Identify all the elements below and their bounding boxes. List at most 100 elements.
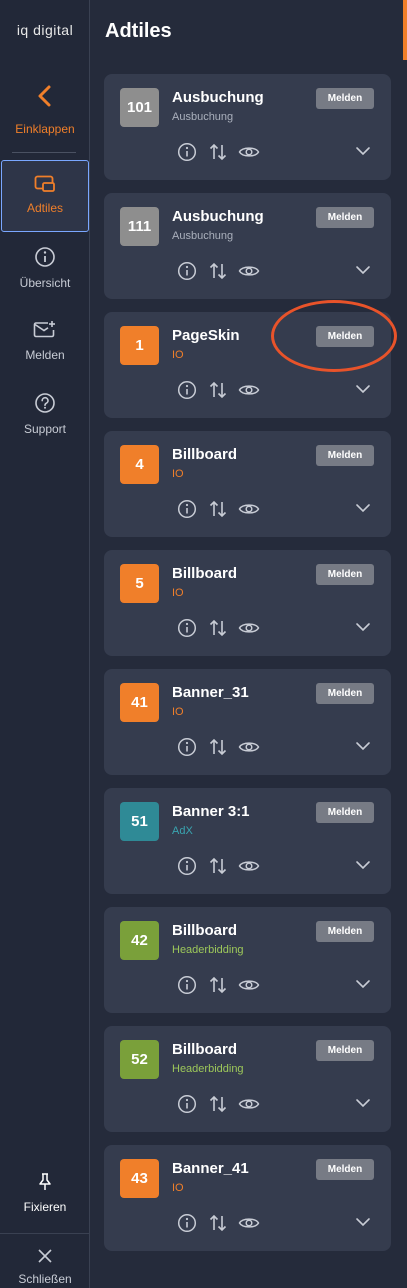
info-button[interactable] [176,141,198,163]
sort-button[interactable] [207,736,229,758]
adtile-card[interactable]: 41 Banner_31 IO Melden [104,669,391,775]
info-button[interactable] [176,974,198,996]
sort-button[interactable] [207,974,229,996]
close-button[interactable]: Schließen [0,1248,90,1286]
report-button[interactable]: Melden [316,564,374,585]
sidebar-item-adtiles[interactable]: Adtiles [1,160,89,232]
report-button[interactable]: Melden [316,207,374,228]
info-button[interactable] [176,1093,198,1115]
adtile-actions [176,141,260,163]
adtile-card[interactable]: 101 Ausbuchung Ausbuchung Melden [104,74,391,180]
report-button[interactable]: Melden [316,88,374,109]
eye-icon [238,623,260,633]
info-button[interactable] [176,260,198,282]
preview-button[interactable] [238,617,260,639]
sort-button[interactable] [207,141,229,163]
sidebar-divider [12,152,76,153]
swap-vertical-icon [209,500,227,518]
pin-button[interactable]: Fixieren [0,1172,90,1214]
expand-button[interactable] [355,1096,371,1114]
sort-button[interactable] [207,617,229,639]
adtile-card[interactable]: 111 Ausbuchung Ausbuchung Melden [104,193,391,299]
preview-button[interactable] [238,1212,260,1234]
adtile-type: Headerbidding [172,1063,244,1075]
adtile-card[interactable]: 42 Billboard Headerbidding Melden [104,907,391,1013]
expand-button[interactable] [355,382,371,400]
report-button[interactable]: Melden [316,445,374,466]
report-button[interactable]: Melden [316,802,374,823]
adtile-name: Banner_31 [172,684,249,701]
sidebar-item-label: Melden [25,348,65,362]
expand-button[interactable] [355,739,371,757]
info-button[interactable] [176,498,198,520]
swap-vertical-icon [209,619,227,637]
chevron-down-icon [356,1218,370,1227]
preview-button[interactable] [238,974,260,996]
preview-button[interactable] [238,1093,260,1115]
info-button[interactable] [176,1212,198,1234]
info-icon [35,247,55,267]
info-icon [177,975,197,995]
mail-plus-icon [33,321,55,338]
report-button[interactable]: Melden [316,1159,374,1180]
info-button[interactable] [176,855,198,877]
adtile-type: IO [172,468,184,480]
expand-button[interactable] [355,501,371,519]
sort-button[interactable] [207,1093,229,1115]
adtile-id-badge: 52 [120,1040,159,1079]
collapse-button[interactable]: Einklappen [0,84,90,136]
swap-vertical-icon [209,738,227,756]
adtile-name: Billboard [172,446,238,463]
expand-button[interactable] [355,977,371,995]
expand-button[interactable] [355,1215,371,1233]
eye-icon [238,385,260,395]
adtile-type: Ausbuchung [172,230,234,242]
adtile-name: Ausbuchung [172,89,264,106]
adtile-type: IO [172,706,184,718]
sidebar-item-melden[interactable]: Melden [0,320,90,362]
adtile-card[interactable]: 1 PageSkin IO Melden [104,312,391,418]
adtile-card[interactable]: 51 Banner 3:1 AdX Melden [104,788,391,894]
adtile-actions [176,379,260,401]
main-panel: Adtiles 101 Ausbuchung Ausbuchung Melden [91,0,407,1288]
expand-button[interactable] [355,620,371,638]
sort-button[interactable] [207,260,229,282]
report-button[interactable]: Melden [316,683,374,704]
info-button[interactable] [176,736,198,758]
swap-vertical-icon [209,1214,227,1232]
help-icon [35,393,55,413]
sort-button[interactable] [207,855,229,877]
expand-button[interactable] [355,144,371,162]
info-icon [177,142,197,162]
expand-button[interactable] [355,858,371,876]
sort-button[interactable] [207,1212,229,1234]
preview-button[interactable] [238,379,260,401]
adtile-card[interactable]: 5 Billboard IO Melden [104,550,391,656]
eye-icon [238,980,260,990]
sort-button[interactable] [207,379,229,401]
adtile-id-badge: 41 [120,683,159,722]
preview-button[interactable] [238,736,260,758]
pin-icon [39,1173,51,1190]
report-button[interactable]: Melden [316,326,374,347]
sidebar-item-uebersicht[interactable]: Übersicht [0,246,90,290]
adtile-name: PageSkin [172,327,240,344]
preview-button[interactable] [238,141,260,163]
sort-button[interactable] [207,498,229,520]
sidebar-item-support[interactable]: Support [0,392,90,436]
eye-icon [238,1099,260,1109]
preview-button[interactable] [238,855,260,877]
report-button[interactable]: Melden [316,921,374,942]
expand-button[interactable] [355,263,371,281]
report-button[interactable]: Melden [316,1040,374,1061]
adtile-name: Banner 3:1 [172,803,250,820]
eye-icon [238,861,260,871]
preview-button[interactable] [238,498,260,520]
adtile-card[interactable]: 4 Billboard IO Melden [104,431,391,537]
adtile-card[interactable]: 52 Billboard Headerbidding Melden [104,1026,391,1132]
info-button[interactable] [176,617,198,639]
info-button[interactable] [176,379,198,401]
preview-button[interactable] [238,260,260,282]
adtile-card[interactable]: 43 Banner_41 IO Melden [104,1145,391,1251]
adtile-type: IO [172,349,184,361]
